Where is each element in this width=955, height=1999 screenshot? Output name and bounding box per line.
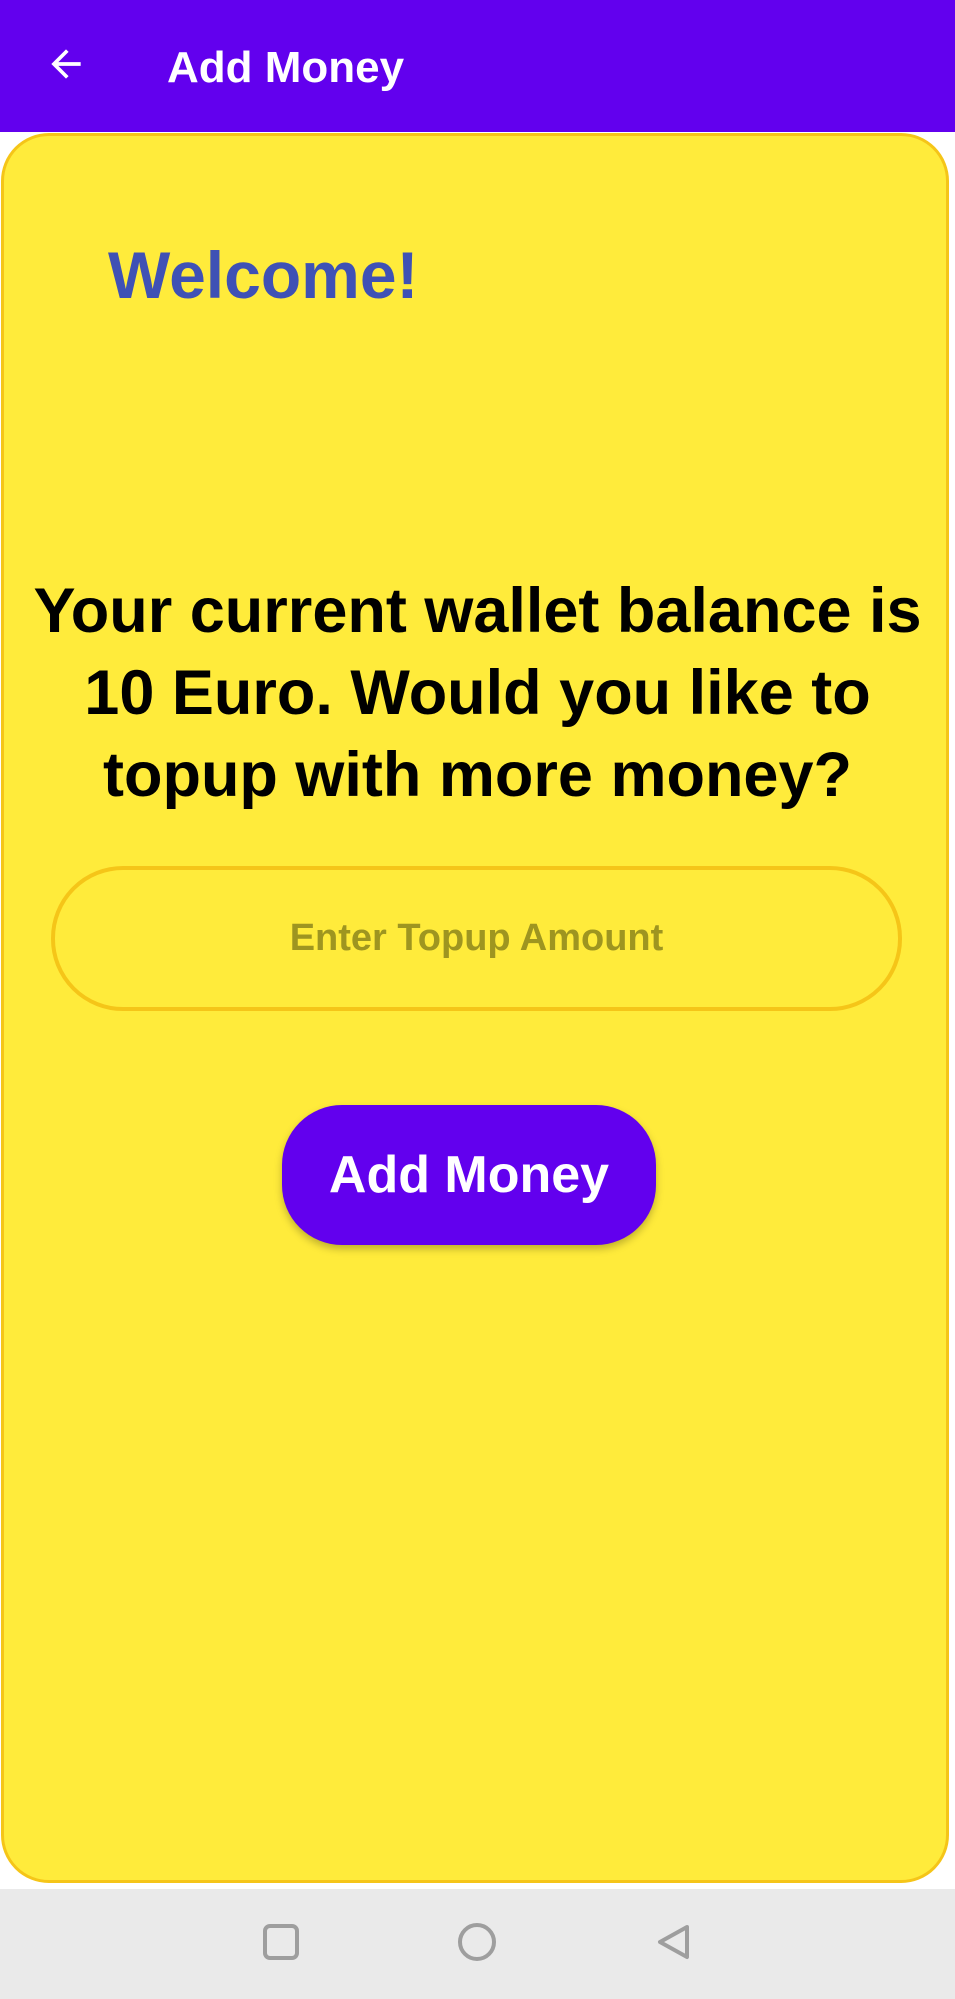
back-nav-button[interactable]: [641, 1912, 705, 1976]
circle-icon: [456, 1921, 498, 1968]
back-button[interactable]: [30, 30, 102, 102]
balance-message: Your current wallet balance is 10 Euro. …: [33, 576, 922, 810]
welcome-heading: Welcome!: [108, 238, 419, 312]
system-nav-bar: [0, 1889, 955, 1999]
page-title: Add Money: [167, 43, 405, 92]
arrow-left-icon: [44, 42, 88, 91]
app-bar: Add Money: [0, 0, 955, 132]
triangle-back-icon: [653, 1922, 693, 1967]
home-button[interactable]: [445, 1912, 509, 1976]
topup-amount-input[interactable]: [51, 866, 902, 1011]
add-money-button[interactable]: Add Money: [282, 1105, 656, 1245]
recents-button[interactable]: [249, 1912, 313, 1976]
square-icon: [261, 1922, 301, 1967]
